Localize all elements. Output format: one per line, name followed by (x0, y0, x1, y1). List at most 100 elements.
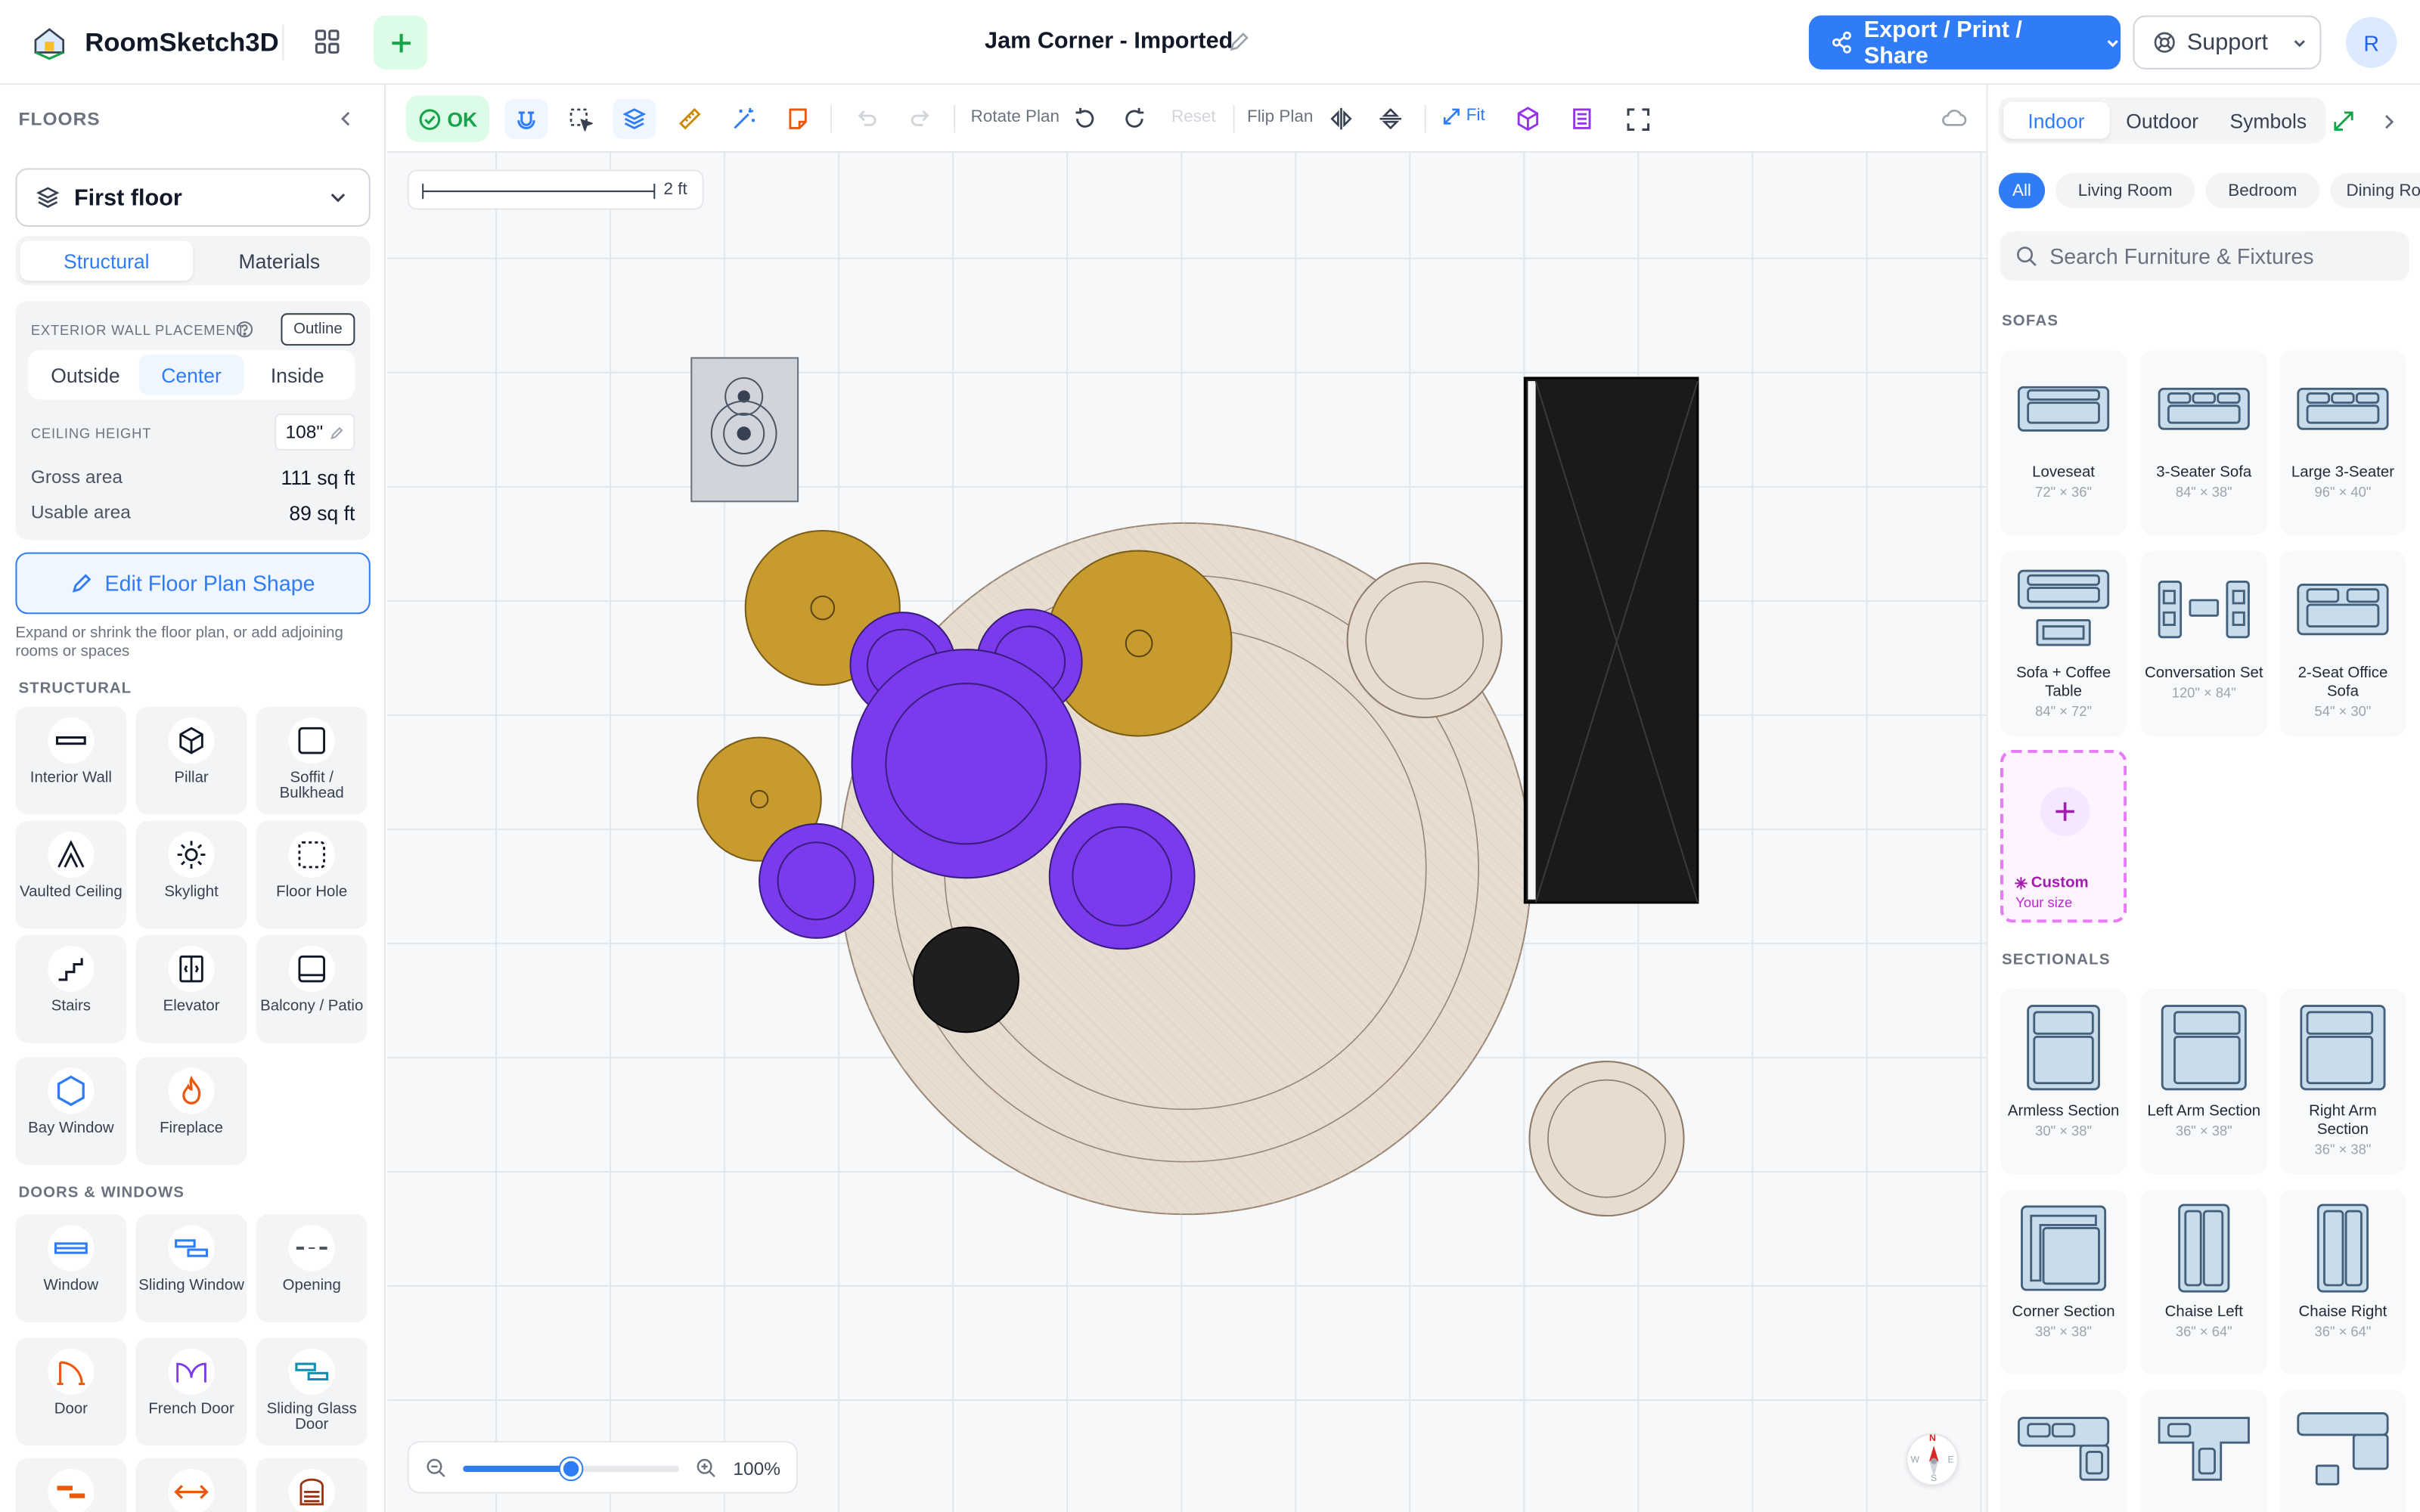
structural-item-stairs[interactable]: Stairs (15, 934, 127, 1043)
user-avatar[interactable]: R (2346, 17, 2397, 68)
cloud-sync-button[interactable] (1932, 99, 1975, 139)
wall-option-inside[interactable]: Inside (244, 355, 350, 395)
furniture-item-sofa-coffee-table[interactable]: Sofa + Coffee Table 84" × 72" (2000, 550, 2127, 736)
fullscreen-button[interactable] (1616, 99, 1659, 139)
round-table-upper[interactable] (1346, 562, 1503, 718)
furniture-item-armless-section[interactable]: Armless Section 30" × 38" (2000, 989, 2127, 1175)
floor-selector[interactable]: First floor (15, 168, 371, 227)
furniture-item-3-seater-sofa[interactable]: 3-Seater Sofa 84" × 38" (2140, 350, 2267, 536)
furniture-item-chaise-left[interactable]: Chaise Left 36" × 64" (2140, 1189, 2267, 1375)
furniture-search-input[interactable]: Search Furniture & Fixtures (2000, 231, 2409, 281)
custom-size-tile[interactable]: Custom Your size (2000, 749, 2127, 923)
help-icon[interactable] (236, 321, 253, 338)
expand-panel-icon[interactable] (2334, 111, 2354, 132)
floor-plan-canvas[interactable]: 2 ft 100% N W E S (387, 153, 1987, 1512)
flip-vertical-button[interactable] (1369, 99, 1412, 139)
dark-cabinet[interactable] (1523, 376, 1699, 904)
drum-purple-large[interactable] (851, 649, 1081, 879)
furniture-dims: 36" × 38" (2314, 1142, 2372, 1157)
door-item-door[interactable]: Door (15, 1337, 127, 1446)
validation-ok-button[interactable]: OK (405, 95, 489, 142)
armless-section-icon (2027, 1005, 2100, 1091)
redo-button[interactable] (898, 99, 942, 139)
stool-purple-3[interactable] (759, 823, 875, 939)
side-table-black[interactable] (913, 926, 1019, 1033)
furniture-item-large-3-seater[interactable]: Large 3-Seater 96" × 40" (2279, 350, 2406, 536)
structural-item-soffit[interactable]: Soffit / Bulkhead (256, 706, 368, 815)
rename-pencil-icon[interactable] (1228, 31, 1250, 53)
chip-bedroom[interactable]: Bedroom (2205, 172, 2320, 209)
tab-structural[interactable]: Structural (20, 240, 194, 281)
compass-widget[interactable]: N W E S (1906, 1433, 1959, 1486)
furniture-item-sectional-set-2[interactable] (2140, 1390, 2267, 1512)
select-tool-button[interactable] (559, 99, 602, 139)
elevation-view-button[interactable] (1560, 99, 1603, 139)
round-table-lower[interactable] (1528, 1061, 1685, 1217)
structural-item-vaulted-ceiling[interactable]: Vaulted Ceiling (15, 820, 127, 929)
wall-option-center[interactable]: Center (138, 355, 245, 395)
structural-item-interior-wall[interactable]: Interior Wall (15, 706, 127, 815)
zoom-in-icon[interactable] (696, 1458, 716, 1479)
structural-item-fireplace[interactable]: Fireplace (135, 1056, 247, 1165)
chip-all[interactable]: All (1998, 172, 2046, 209)
zoom-slider-track[interactable] (463, 1458, 679, 1480)
zoom-slider-handle[interactable] (560, 1458, 582, 1480)
furniture-item-conversation-set[interactable]: Conversation Set 120" × 84" (2140, 550, 2267, 736)
furniture-item-2-seat-office-sofa[interactable]: 2-Seat Office Sofa 54" × 30" (2279, 550, 2406, 736)
export-print-share-button[interactable]: Export / Print / Share (1808, 15, 2121, 70)
outline-toggle[interactable]: Outline (281, 313, 355, 346)
ceiling-height-input[interactable]: 108" (275, 413, 355, 451)
new-project-button[interactable] (373, 15, 428, 70)
chevron-right-icon[interactable] (2381, 113, 2397, 131)
structural-item-elevator[interactable]: Elevator (135, 934, 247, 1043)
furniture-item-sectional-set-3[interactable] (2279, 1390, 2406, 1512)
speaker-cabinet[interactable] (690, 357, 799, 503)
magic-wand-button[interactable] (722, 99, 765, 139)
structural-item-balcony[interactable]: Balcony / Patio (256, 934, 368, 1043)
door-item-garage-door[interactable] (256, 1458, 368, 1512)
furniture-item-loveseat[interactable]: Loveseat 72" × 36" (2000, 350, 2127, 536)
drum-purple-medium[interactable] (1048, 803, 1196, 950)
door-item-opening[interactable]: Opening (256, 1214, 368, 1322)
layers-button[interactable] (613, 98, 656, 139)
door-item-sliding-glass-door[interactable]: Sliding Glass Door (256, 1337, 368, 1446)
fit-view-button[interactable]: Fit (1443, 107, 1485, 125)
collapse-panel-chevron-icon[interactable] (337, 110, 355, 128)
reset-rotation-button[interactable]: Reset (1171, 108, 1216, 126)
wall-option-outside[interactable]: Outside (33, 355, 138, 395)
furniture-item-right-arm-section[interactable]: Right Arm Section 36" × 38" (2279, 989, 2406, 1175)
flip-horizontal-button[interactable] (1320, 99, 1363, 139)
chip-living-room[interactable]: Living Room (2055, 172, 2195, 209)
zoom-out-icon[interactable] (426, 1458, 446, 1479)
structural-item-bay-window[interactable]: Bay Window (15, 1056, 127, 1165)
chip-dining-room[interactable]: Dining Room (2330, 172, 2420, 209)
note-tool-button[interactable] (777, 99, 820, 139)
edit-floor-plan-shape-button[interactable]: Edit Floor Plan Shape (15, 552, 371, 615)
door-item-sliding-window[interactable]: Sliding Window (135, 1214, 247, 1322)
tab-outdoor[interactable]: Outdoor (2109, 102, 2215, 139)
door-item-window[interactable]: Window (15, 1214, 127, 1322)
support-button[interactable]: Support (2133, 15, 2322, 70)
undo-button[interactable] (844, 99, 887, 139)
furniture-item-chaise-right[interactable]: Chaise Right 36" × 64" (2279, 1189, 2406, 1375)
measure-tool-button[interactable] (669, 99, 712, 139)
redo-icon (910, 109, 929, 125)
rotate-left-button[interactable] (1063, 99, 1106, 139)
tab-materials[interactable]: Materials (193, 240, 366, 280)
door-item-double-arrow[interactable] (135, 1458, 247, 1512)
dashboard-grid-button[interactable] (306, 20, 349, 64)
furniture-item-left-arm-section[interactable]: Left Arm Section 36" × 38" (2140, 989, 2267, 1175)
magnet-snap-button[interactable] (504, 98, 548, 139)
structural-item-skylight[interactable]: Skylight (135, 820, 247, 929)
view-3d-button[interactable] (1506, 99, 1550, 139)
structural-item-pillar[interactable]: Pillar (135, 706, 247, 815)
structural-item-floor-hole[interactable]: Floor Hole (256, 820, 368, 929)
furniture-item-corner-section[interactable]: Corner Section 38" × 38" (2000, 1189, 2127, 1375)
rotate-right-button[interactable] (1112, 99, 1156, 139)
gross-area-value: 111 sq ft (281, 466, 355, 489)
door-item-french-door[interactable]: French Door (135, 1337, 247, 1446)
tab-symbols[interactable]: Symbols (2215, 102, 2321, 139)
tab-indoor[interactable]: Indoor (2003, 101, 2110, 139)
door-item-pocket-door[interactable] (15, 1458, 127, 1512)
furniture-item-sectional-set-1[interactable] (2000, 1390, 2127, 1512)
